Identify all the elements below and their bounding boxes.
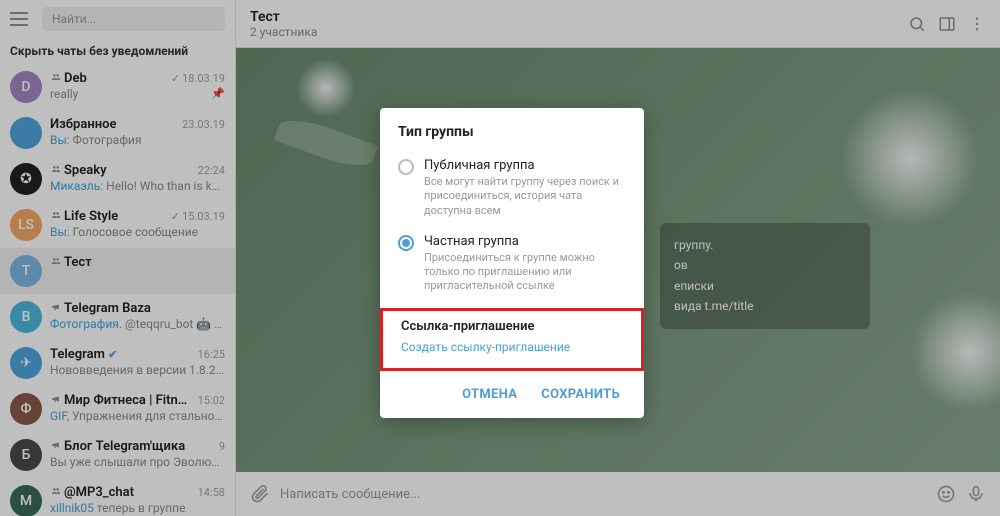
group-type-modal: Тип группы Публичная группа Все могут най… bbox=[380, 108, 644, 418]
invite-link-section: Ссылка-приглашение Создать ссылку-пригла… bbox=[380, 308, 644, 371]
cancel-button[interactable]: ОТМЕНА bbox=[452, 381, 527, 408]
invite-link-title: Ссылка-приглашение bbox=[401, 319, 623, 334]
radio-icon bbox=[398, 159, 414, 175]
option-label: Частная группа bbox=[424, 234, 626, 249]
option-label: Публичная группа bbox=[424, 158, 626, 173]
option-description: Присоединиться к группе можно только по … bbox=[424, 251, 626, 294]
save-button[interactable]: СОХРАНИТЬ bbox=[531, 381, 630, 408]
group-type-option[interactable]: Публичная группа Все могут найти группу ч… bbox=[380, 152, 644, 228]
group-type-option[interactable]: Частная группа Присоединиться к группе мо… bbox=[380, 228, 644, 304]
modal-title: Тип группы bbox=[380, 124, 644, 152]
create-invite-link[interactable]: Создать ссылку-приглашение bbox=[401, 340, 623, 354]
option-description: Все могут найти группу через поиск и при… bbox=[424, 175, 626, 218]
radio-icon bbox=[398, 235, 414, 251]
